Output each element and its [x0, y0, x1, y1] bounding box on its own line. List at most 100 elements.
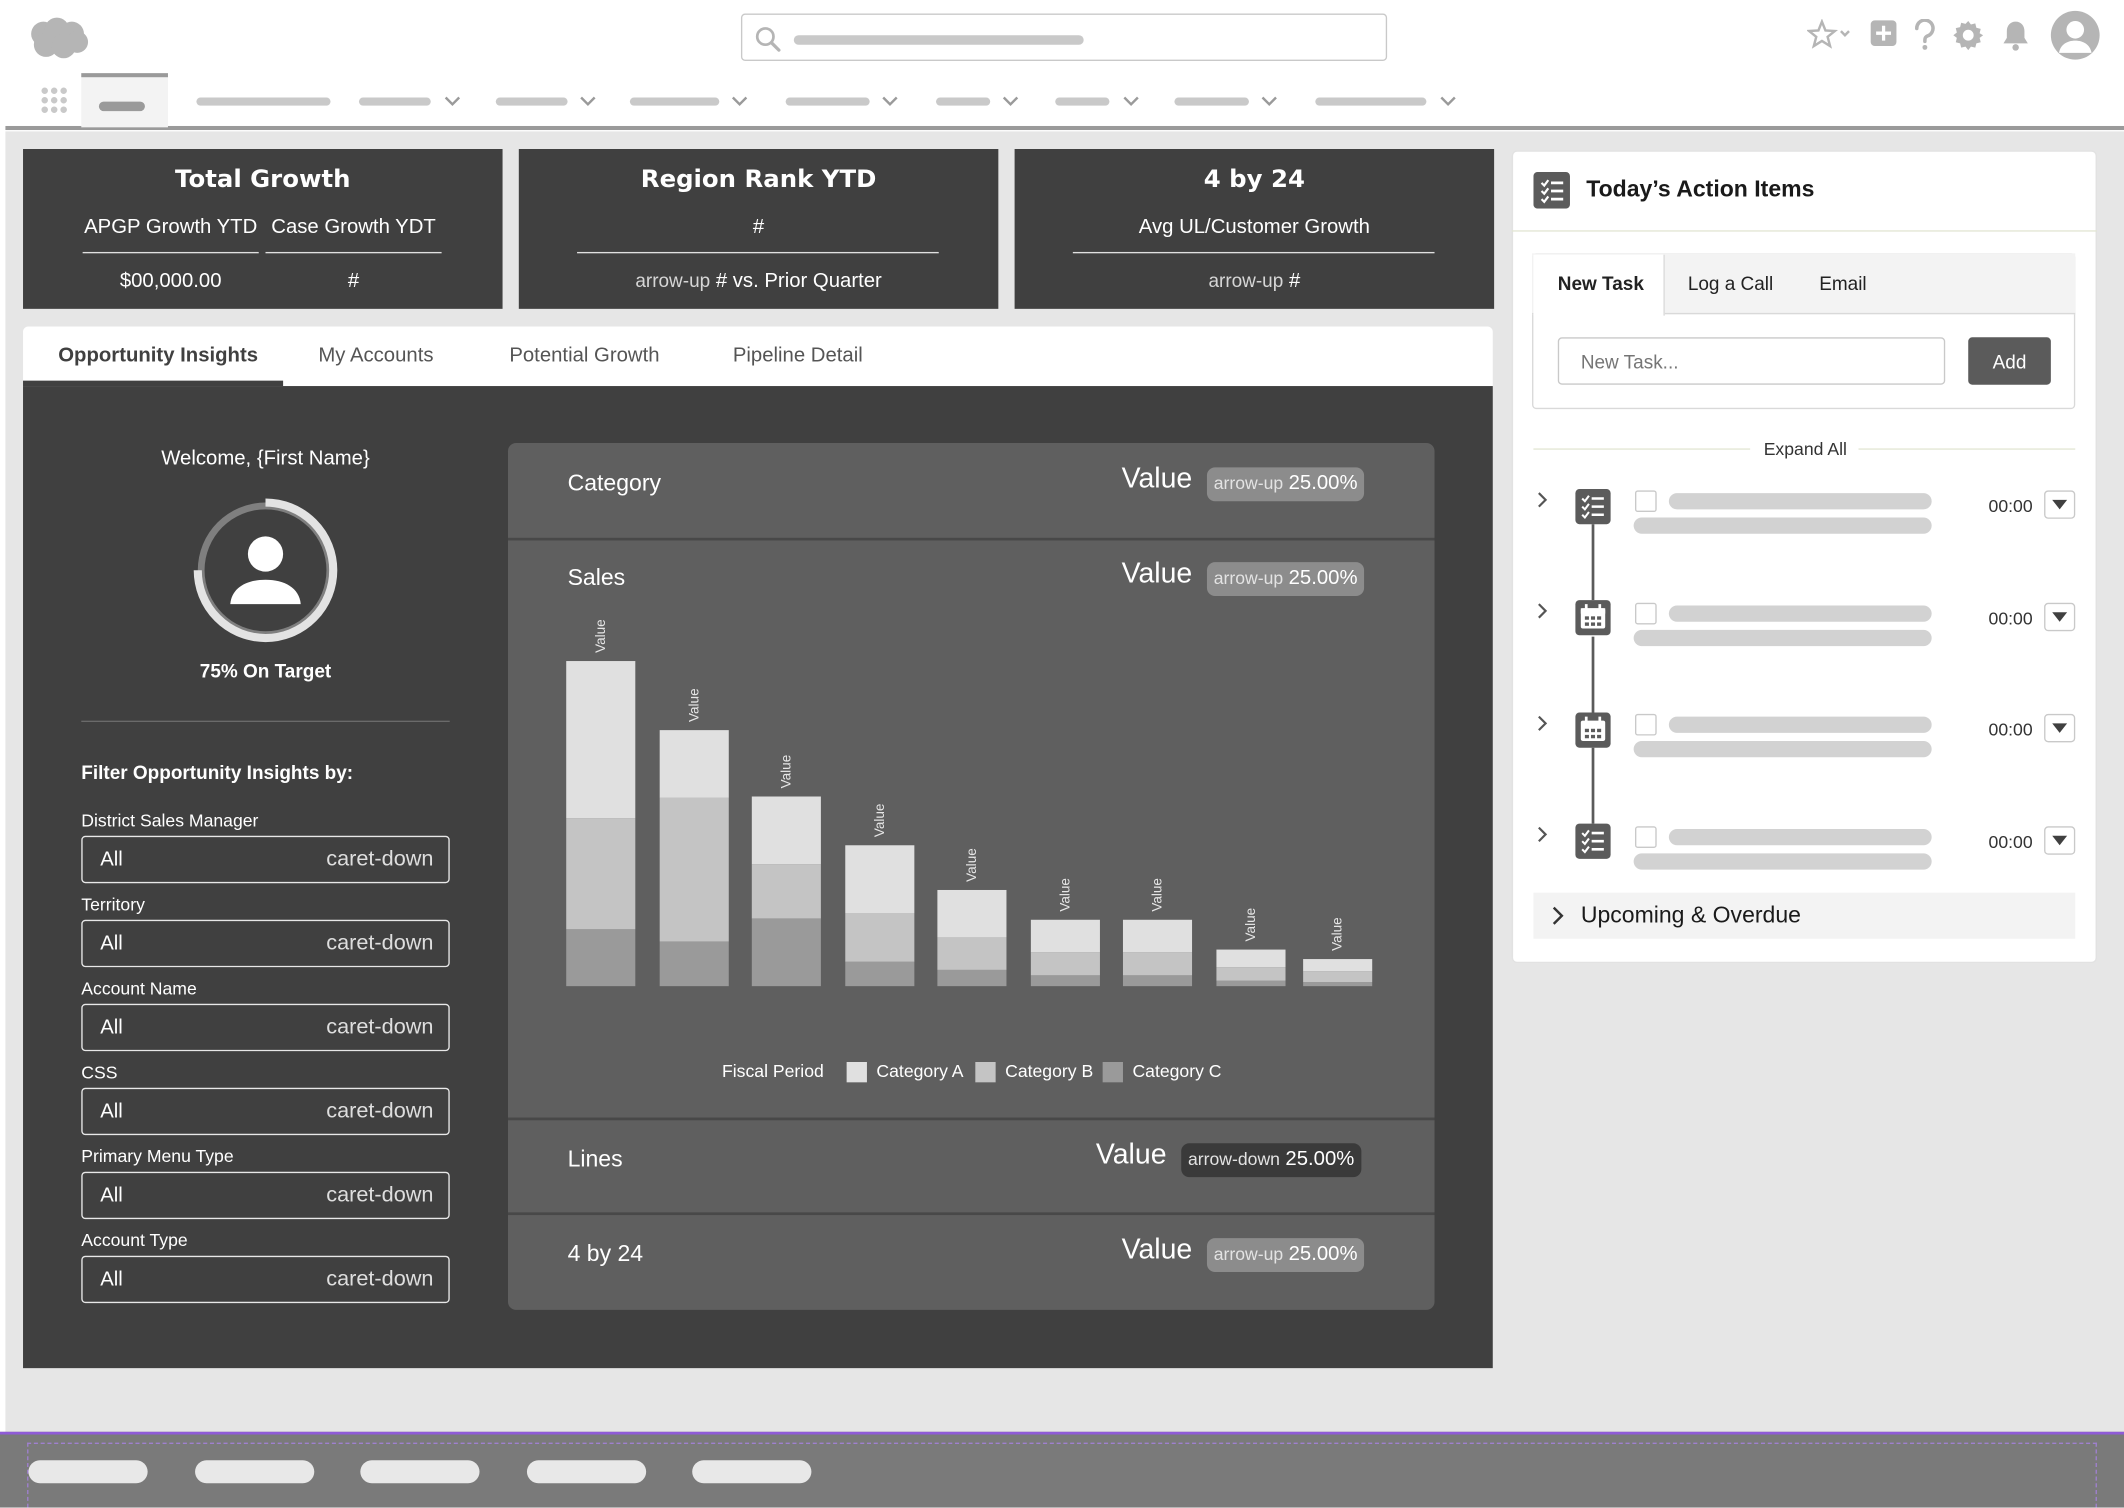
bar-value-label: Value: [1243, 908, 1258, 942]
chevron-right-icon[interactable]: [1535, 825, 1551, 851]
nav-tab-5[interactable]: [785, 97, 870, 106]
new-task-input[interactable]: [1557, 337, 1946, 385]
filter-select-css[interactable]: All caret-down: [81, 1087, 450, 1136]
chevron-down-icon[interactable]: [443, 92, 462, 118]
bar-segment-category-c[interactable]: [937, 969, 1007, 987]
item-menu-dropdown[interactable]: [2044, 713, 2076, 743]
nav-tab-9[interactable]: [1315, 97, 1427, 106]
filter-select-account-type[interactable]: All caret-down: [81, 1255, 450, 1304]
bar-segment-category-a[interactable]: [566, 661, 636, 819]
kpi-sub-label: APGP Growth YTD: [84, 215, 258, 239]
bar-segment-category-b[interactable]: [1122, 952, 1193, 976]
chevron-down-icon[interactable]: [880, 92, 899, 118]
chevron-right-icon[interactable]: [1535, 601, 1551, 627]
nav-tab-3[interactable]: [495, 97, 568, 106]
filter-label-css: CSS: [81, 1062, 118, 1083]
bar-segment-category-a[interactable]: [1303, 959, 1373, 972]
chevron-right-icon[interactable]: [1535, 714, 1551, 740]
utility-item-4[interactable]: [526, 1460, 647, 1484]
task-checkbox[interactable]: [1635, 490, 1657, 513]
chevron-down-icon[interactable]: [1001, 92, 1020, 118]
bar-segment-category-a[interactable]: [1216, 949, 1286, 968]
chevron-down-icon[interactable]: [1122, 92, 1141, 118]
nav-tab-6[interactable]: [936, 97, 991, 106]
bar-segment-category-c[interactable]: [659, 941, 729, 987]
upcoming-overdue-section[interactable]: Upcoming & Overdue: [1533, 892, 2076, 939]
add-new-icon[interactable]: [1869, 19, 1899, 56]
bar-segment-category-c[interactable]: [566, 929, 636, 987]
kpi-value: #: [347, 269, 360, 293]
chevron-down-icon[interactable]: [1260, 92, 1279, 118]
tab-new-task[interactable]: New Task: [1558, 272, 1644, 294]
chevron-right-icon[interactable]: [1535, 490, 1551, 516]
bar-segment-category-c[interactable]: [1303, 982, 1373, 987]
nav-tab-4[interactable]: [629, 97, 720, 106]
task-time: 00:00: [1988, 719, 2033, 740]
utility-item-2[interactable]: [195, 1460, 315, 1484]
filter-select-district-sales-manager[interactable]: All caret-down: [81, 835, 450, 884]
expand-all-button[interactable]: Expand All: [1764, 439, 1847, 459]
metric-row-category[interactable]: Category Value arrow-up 25.00%: [508, 443, 1435, 538]
bar-segment-category-c[interactable]: [1030, 975, 1100, 987]
chevron-down-icon[interactable]: [730, 92, 749, 118]
tab-pipeline-detail[interactable]: Pipeline Detail: [733, 344, 863, 367]
salesforce-logo-icon[interactable]: [27, 16, 89, 66]
add-task-button[interactable]: Add: [1968, 337, 2051, 385]
chevron-down-icon[interactable]: [578, 92, 597, 118]
bar-segment-category-b[interactable]: [1030, 952, 1100, 976]
settings-gear-icon[interactable]: [1952, 19, 1985, 58]
metric-row-4-by-24[interactable]: 4 by 24 Value arrow-up 25.00%: [508, 1214, 1435, 1309]
nav-tab-7[interactable]: [1055, 97, 1110, 106]
bar-segment-category-b[interactable]: [845, 913, 915, 962]
bar-segment-category-a[interactable]: [1030, 919, 1100, 953]
kpi-sub-label: #: [752, 215, 765, 239]
bar-segment-category-b[interactable]: [566, 818, 636, 930]
app-launcher-icon[interactable]: [41, 87, 68, 121]
bar-segment-category-b[interactable]: [1303, 971, 1373, 983]
chevron-down-icon[interactable]: [1439, 92, 1458, 118]
bar-segment-category-c[interactable]: [845, 961, 915, 987]
utility-item-5[interactable]: [692, 1460, 812, 1484]
bar-segment-category-c[interactable]: [1216, 980, 1286, 987]
nav-tab-1[interactable]: [196, 97, 331, 106]
filter-select-territory[interactable]: All caret-down: [81, 919, 450, 968]
help-icon[interactable]: [1913, 18, 1937, 58]
favorites-star-icon[interactable]: [1805, 18, 1856, 58]
nav-tab-8[interactable]: [1174, 97, 1249, 106]
sales-bar-chart: Value Value Value Value Value Value Value Value…: [566, 619, 1373, 987]
bar-segment-category-c[interactable]: [751, 918, 821, 987]
bar-segment-category-b[interactable]: [659, 797, 729, 942]
item-menu-dropdown[interactable]: [2044, 826, 2076, 855]
tab-my-accounts[interactable]: My Accounts: [318, 344, 433, 367]
tab-log-a-call[interactable]: Log a Call: [1688, 272, 1773, 294]
tab-email[interactable]: Email: [1819, 272, 1866, 294]
bar-segment-category-a[interactable]: [1122, 919, 1193, 953]
nav-tab-2[interactable]: [358, 97, 431, 106]
tab-potential-growth[interactable]: Potential Growth: [509, 344, 659, 367]
bar-segment-category-a[interactable]: [845, 845, 915, 914]
bar-segment-category-b[interactable]: [937, 937, 1007, 970]
metric-row-lines[interactable]: Lines Value arrow-down 25.00%: [508, 1119, 1435, 1214]
item-menu-dropdown[interactable]: [2044, 602, 2076, 632]
global-search-input[interactable]: [740, 13, 1388, 61]
bar-segment-category-b[interactable]: [1216, 967, 1286, 981]
tab-opportunity-insights[interactable]: Opportunity Insights: [58, 344, 258, 367]
bar-segment-category-a[interactable]: [659, 730, 729, 798]
filter-label-account-type: Account Type: [81, 1229, 188, 1251]
bar-segment-category-c[interactable]: [1122, 975, 1193, 987]
utility-item-1[interactable]: [28, 1460, 148, 1484]
user-avatar[interactable]: [2050, 10, 2100, 60]
bar-segment-category-a[interactable]: [937, 889, 1007, 938]
bar-segment-category-a[interactable]: [751, 796, 821, 865]
item-menu-dropdown[interactable]: [2044, 490, 2076, 519]
filter-select-account-name[interactable]: All caret-down: [81, 1003, 450, 1052]
utility-item-3[interactable]: [360, 1460, 480, 1484]
task-checkbox[interactable]: [1635, 826, 1657, 848]
notifications-bell-icon[interactable]: [2001, 19, 2031, 58]
task-checkbox[interactable]: [1635, 713, 1657, 736]
task-checkbox[interactable]: [1635, 602, 1657, 625]
filter-select-primary-menu-type[interactable]: All caret-down: [81, 1171, 450, 1220]
nav-tab-home[interactable]: [81, 73, 168, 128]
bar-segment-category-b[interactable]: [751, 864, 821, 919]
calendar-icon: [1575, 712, 1611, 748]
